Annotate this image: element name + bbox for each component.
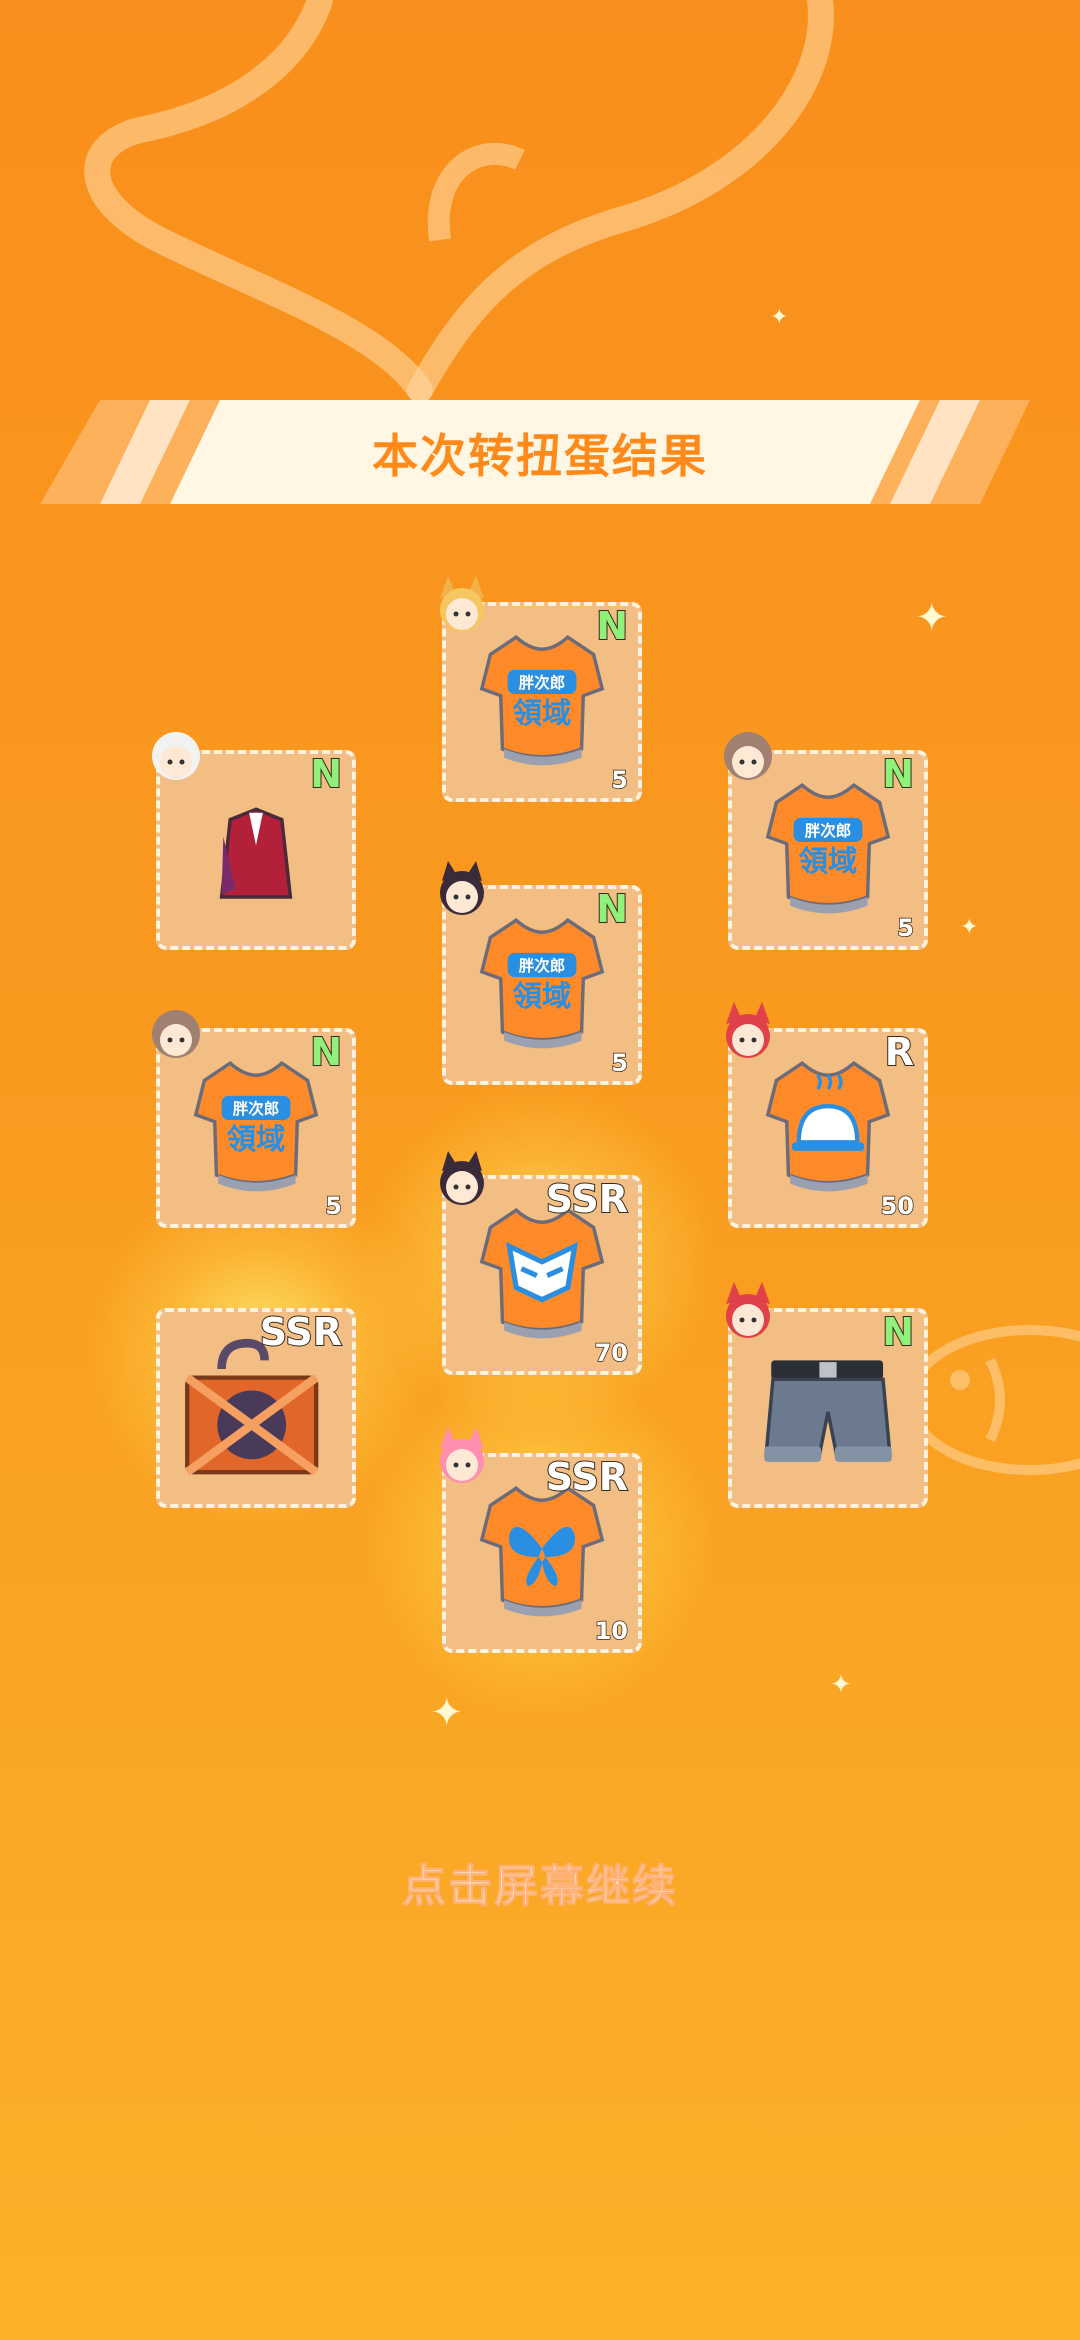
reward-card[interactable]: SSR bbox=[156, 1308, 356, 1508]
character-avatar bbox=[440, 861, 484, 915]
item-count: 10 bbox=[594, 1616, 629, 1646]
tap-to-continue[interactable]: 点击屏幕继续 bbox=[0, 1850, 1080, 1914]
svg-text:胖次郎: 胖次郎 bbox=[805, 821, 851, 840]
result-banner: 本次转扭蛋结果 bbox=[40, 400, 1040, 504]
rarity-badge: R bbox=[884, 1029, 915, 1075]
reward-card[interactable]: 胖次郎 領域 N 5 bbox=[440, 861, 642, 1085]
character-avatar bbox=[152, 732, 200, 780]
rarity-badge: N bbox=[309, 751, 343, 797]
rarity-badge: SSR bbox=[545, 1176, 629, 1222]
character-avatar bbox=[152, 1010, 200, 1058]
reward-card[interactable]: R 50 bbox=[726, 1002, 928, 1228]
sparkle-icon: ✦ bbox=[830, 1670, 852, 1700]
item-count: 50 bbox=[880, 1191, 915, 1221]
svg-text:胖次郎: 胖次郎 bbox=[233, 1099, 279, 1118]
item-count: 5 bbox=[325, 1191, 343, 1221]
rarity-badge: SSR bbox=[259, 1309, 343, 1355]
rarity-badge: N bbox=[881, 751, 915, 797]
character-avatar bbox=[726, 1002, 770, 1058]
svg-text:領域: 領域 bbox=[513, 979, 571, 1013]
item-count: 5 bbox=[611, 1048, 629, 1078]
rarity-badge: SSR bbox=[545, 1454, 629, 1500]
reward-card[interactable]: SSR 10 bbox=[440, 1427, 642, 1653]
rarity-badge: N bbox=[595, 886, 629, 932]
reward-card[interactable]: 胖次郎 領域 N 5 bbox=[440, 576, 642, 802]
item-count: 70 bbox=[594, 1338, 629, 1368]
character-avatar bbox=[440, 1151, 484, 1205]
rarity-badge: N bbox=[881, 1309, 915, 1355]
character-avatar bbox=[724, 732, 772, 780]
item-count: 5 bbox=[611, 765, 629, 795]
svg-text:領域: 領域 bbox=[513, 696, 571, 730]
sparkle-icon: ✦ bbox=[960, 915, 979, 940]
sparkle-icon: ✦ bbox=[915, 595, 949, 641]
svg-text:胖次郎: 胖次郎 bbox=[519, 673, 565, 692]
character-avatar bbox=[726, 1282, 770, 1338]
svg-text:胖次郎: 胖次郎 bbox=[519, 956, 565, 975]
item-count: 5 bbox=[897, 913, 915, 943]
page-title: 本次转扭蛋结果 bbox=[372, 429, 708, 483]
reward-card[interactable]: 胖次郎 領域 N 5 bbox=[724, 732, 928, 950]
rarity-badge: N bbox=[595, 603, 629, 649]
reward-card[interactable]: N bbox=[726, 1282, 928, 1508]
character-avatar bbox=[440, 576, 484, 632]
sparkle-icon: ✦ bbox=[770, 305, 789, 330]
reward-card[interactable]: SSR 70 bbox=[440, 1151, 642, 1375]
character-avatar bbox=[440, 1427, 484, 1483]
rarity-badge: N bbox=[309, 1029, 343, 1075]
svg-text:領域: 領域 bbox=[799, 844, 857, 878]
svg-text:領域: 領域 bbox=[227, 1122, 285, 1156]
reward-card[interactable]: N bbox=[152, 732, 356, 950]
reward-card[interactable]: 胖次郎 領域 N 5 bbox=[152, 1010, 356, 1228]
